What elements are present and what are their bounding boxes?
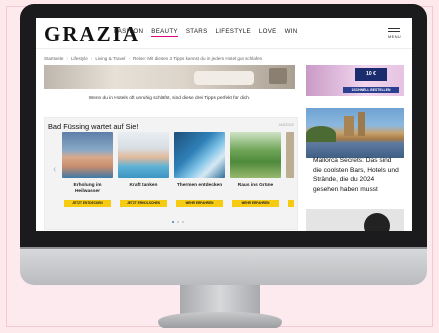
carousel-card[interactable]: Kraft tanken JETZT ERHOLSCHEN [118,132,169,212]
imac-stand [180,285,260,315]
main-nav: FASHION BEAUTY STARS LIFESTYLE LOVE WIN [114,28,298,37]
nav-item-love[interactable]: LOVE [259,28,277,37]
ad-title: Bad Füssing wartet auf Sie! [48,122,139,131]
hamburger-icon-bar [388,31,400,32]
breadcrumb-separator: › [128,56,130,61]
imac-chin-edge [20,247,427,249]
image-caption: Wenn du in Hotels oft unruhig schläfst, … [88,96,251,101]
sidebar-next-image[interactable] [306,209,404,231]
card-title: Erholung im Heilwasser [73,183,102,194]
sidebar-article-title[interactable]: Mallorca Secrets: Das sind die coolsten … [313,156,399,194]
imac-chin [20,247,427,285]
breadcrumb-separator: › [90,56,93,61]
card-title-partial [286,183,294,200]
card-button[interactable]: MEHR ERFAHREN [232,200,279,207]
imac-stand-foot [158,312,282,328]
carousel-pagination [172,221,184,223]
nav-item-win[interactable]: WIN [285,28,298,37]
card-image-spa-couple [62,132,113,178]
card-image-nature [230,132,281,178]
pagination-dot-active[interactable] [172,221,174,223]
carousel-card[interactable]: Raus ins Grüne MEHR ERFAHREN [230,132,281,212]
card-button[interactable]: JETZT ERHOLSCHEN [120,200,167,207]
nav-item-beauty[interactable]: BEAUTY [151,28,178,37]
photo-cathedral-tower [358,112,365,136]
breadcrumb-current: Reise: Mit diesen 3 Tipps kannst du in j… [133,56,263,61]
ad-label: ANZEIGE [278,123,294,127]
ad-price-badge: 10 € [355,68,387,81]
card-button-partial[interactable] [288,200,294,207]
browser-screen: GRAZIA FASHION BEAUTY STARS LIFESTYLE LO… [36,18,412,231]
breadcrumb-living-travel[interactable]: Living & Travel [95,56,125,61]
nav-item-lifestyle[interactable]: LIFESTYLE [216,28,251,37]
nav-item-fashion[interactable]: FASHION [114,28,143,37]
nav-item-stars[interactable]: STARS [186,28,208,37]
pagination-dot[interactable] [182,221,184,223]
hero-lamp [269,68,287,84]
carousel-card[interactable]: Thermen entdecken MEHR ERFAHREN [174,132,225,212]
breadcrumb-separator: › [66,56,68,61]
photo-trees [306,126,336,142]
ad-cta-button[interactable]: 1SCHNELL BESTELLEN [343,87,399,93]
card-title: Raus ins Grüne [237,183,274,188]
sidebar-ad-banner[interactable]: 10 € 1SCHNELL BESTELLEN [306,65,404,96]
card-button[interactable]: JETZT ENTDECKEN [64,200,111,207]
card-title: Kraft tanken [129,183,158,188]
menu-label: MENU [388,34,401,39]
pagination-dot[interactable] [177,221,179,223]
card-button[interactable]: MEHR ERFAHREN [176,200,223,207]
carousel-cards: Erholung im Heilwasser JETZT ENTDECKEN K… [62,132,294,212]
card-image-pool [118,132,169,178]
chevron-left-icon[interactable]: ‹ [53,164,56,175]
card-title: Thermen entdecken [176,183,223,188]
breadcrumb-lifestyle[interactable]: Lifestyle [71,56,88,61]
breadcrumb: Startseite › Lifestyle › Living & Travel › Rei… [44,56,262,61]
card-image-partial [286,132,294,178]
card-image-thermal-pool [174,132,225,178]
hamburger-icon [388,28,400,29]
ad-carousel: Bad Füssing wartet auf Sie! ANZEIGE ‹ › … [44,117,298,230]
sidebar-article-image[interactable] [306,108,404,158]
article-hero-image [44,65,295,89]
carousel-card[interactable]: Erholung im Heilwasser JETZT ENTDECKEN [62,132,113,212]
breadcrumb-home[interactable]: Startseite [44,56,63,61]
photo-dark-shape [364,213,390,231]
carousel-card-partial[interactable] [286,132,294,212]
photo-cathedral [344,116,354,136]
site-header: GRAZIA FASHION BEAUTY STARS LIFESTYLE LO… [36,18,412,49]
hero-pillow [194,71,254,85]
menu-button[interactable]: MENU [388,26,401,39]
